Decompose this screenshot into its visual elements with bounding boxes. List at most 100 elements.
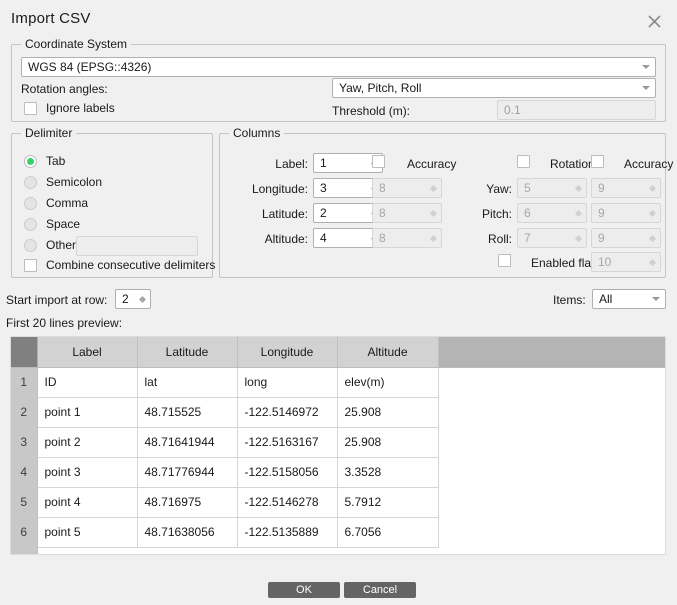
- rotation-angles-combobox-value: Yaw, Pitch, Roll: [339, 81, 422, 95]
- enabled-flag-value: 10: [598, 255, 612, 269]
- delimiter-radio-comma[interactable]: Comma: [24, 196, 88, 210]
- ignore-labels-label: Ignore labels: [46, 101, 115, 115]
- rotation-checkbox[interactable]: [517, 155, 530, 168]
- pitch-spinbox[interactable]: 6: [517, 203, 587, 223]
- close-icon[interactable]: [639, 8, 669, 34]
- cell-filler: [438, 397, 665, 427]
- yaw-spinbox[interactable]: 5: [517, 178, 587, 198]
- cell-latitude[interactable]: 48.71776944: [137, 457, 238, 488]
- ok-button[interactable]: OK: [268, 582, 340, 598]
- enabled-flag-spinbox[interactable]: 10: [591, 252, 661, 272]
- cell-altitude[interactable]: 6.7056: [337, 517, 439, 548]
- cell-label[interactable]: [37, 547, 137, 554]
- altitude-accuracy-spinbox[interactable]: 8: [372, 228, 442, 248]
- cell-filler: [438, 547, 665, 554]
- cell-latitude[interactable]: 48.716975: [137, 487, 238, 518]
- cell-label[interactable]: point 5: [37, 517, 138, 548]
- chevron-down-icon: [647, 297, 665, 301]
- row-number[interactable]: 3: [11, 427, 38, 458]
- threshold-input[interactable]: 0.1: [497, 100, 656, 120]
- spinner-icon[interactable]: [425, 184, 441, 192]
- enabled-flag-checkbox[interactable]: [498, 254, 511, 267]
- table-row[interactable]: 1 ID lat long elev(m): [11, 367, 665, 398]
- cell-altitude[interactable]: 3.3528: [337, 457, 439, 488]
- table-row[interactable]: 5 point 4 48.716975 -122.5146278 5.7912: [11, 487, 665, 518]
- delimiter-radio-comma-label: Comma: [46, 196, 89, 210]
- spinner-icon[interactable]: [570, 234, 586, 242]
- spinner-icon[interactable]: [425, 234, 441, 242]
- cell-latitude[interactable]: 48.71641944: [137, 427, 238, 458]
- delimiter-radio-space[interactable]: Space: [24, 217, 80, 231]
- preview-table-container[interactable]: Label Latitude Longitude Altitude 1 ID l…: [10, 336, 666, 555]
- table-row[interactable]: 4 point 3 48.71776944 -122.5158056 3.352…: [11, 457, 665, 488]
- cell-longitude[interactable]: [237, 547, 337, 554]
- cell-label[interactable]: point 1: [37, 397, 138, 428]
- spinner-icon[interactable]: [570, 209, 586, 217]
- cell-altitude[interactable]: 25.908: [337, 397, 439, 428]
- cell-label[interactable]: ID: [37, 367, 138, 398]
- cell-label[interactable]: point 3: [37, 457, 138, 488]
- cell-label[interactable]: point 2: [37, 427, 138, 458]
- cell-longitude[interactable]: -122.5163167: [237, 427, 338, 458]
- roll-spinbox[interactable]: 7: [517, 228, 587, 248]
- spinner-icon[interactable]: [644, 184, 660, 192]
- ignore-labels-checkbox[interactable]: Ignore labels: [24, 101, 115, 115]
- cell-longitude[interactable]: long: [237, 367, 338, 398]
- cell-latitude[interactable]: 48.715525: [137, 397, 238, 428]
- combine-delimiters-checkbox[interactable]: Combine consecutive delimiters: [24, 258, 215, 272]
- cell-altitude[interactable]: 25.908: [337, 427, 439, 458]
- delimiter-radio-other[interactable]: Other:: [24, 238, 79, 252]
- longitude-accuracy-spinbox[interactable]: 8: [372, 178, 442, 198]
- delimiter-radio-tab[interactable]: Tab: [24, 154, 65, 168]
- table-row[interactable]: 2 point 1 48.715525 -122.5146972 25.908: [11, 397, 665, 428]
- row-number[interactable]: 2: [11, 397, 38, 428]
- delimiter-radio-space-label: Space: [46, 217, 81, 231]
- spinner-icon[interactable]: [644, 258, 660, 266]
- latitude-accuracy-spinbox[interactable]: 8: [372, 203, 442, 223]
- cell-altitude[interactable]: 5.7912: [337, 487, 439, 518]
- cell-longitude[interactable]: -122.5146972: [237, 397, 338, 428]
- pitch-accuracy-spinbox[interactable]: 9: [591, 203, 661, 223]
- spinner-icon[interactable]: [644, 209, 660, 217]
- cell-altitude[interactable]: [337, 547, 438, 554]
- column-header-longitude[interactable]: Longitude: [237, 337, 338, 368]
- cell-longitude[interactable]: -122.5135889: [237, 517, 338, 548]
- spinner-icon[interactable]: [425, 209, 441, 217]
- table-row[interactable]: 6 point 5 48.71638056 -122.5135889 6.705…: [11, 517, 665, 548]
- spinner-icon[interactable]: [134, 295, 150, 303]
- row-number[interactable]: 4: [11, 457, 38, 488]
- cell-longitude[interactable]: -122.5158056: [237, 457, 338, 488]
- row-number[interactable]: 1: [11, 367, 38, 398]
- table-row[interactable]: 3 point 2 48.71641944 -122.5163167 25.90…: [11, 427, 665, 458]
- cell-latitude[interactable]: 48.71638056: [137, 517, 238, 548]
- row-number[interactable]: [11, 547, 38, 554]
- checkbox-box: [591, 155, 604, 168]
- cell-latitude[interactable]: [137, 547, 237, 554]
- items-combobox[interactable]: All: [592, 289, 666, 309]
- spinner-icon[interactable]: [644, 234, 660, 242]
- start-row-spinbox[interactable]: 2: [115, 289, 151, 309]
- cell-longitude[interactable]: -122.5146278: [237, 487, 338, 518]
- cancel-button[interactable]: Cancel: [344, 582, 416, 598]
- crs-combobox[interactable]: WGS 84 (EPSG::4326): [21, 57, 656, 77]
- yaw-accuracy-value: 9: [598, 181, 605, 195]
- spinner-icon[interactable]: [570, 184, 586, 192]
- rotation-angles-combobox[interactable]: Yaw, Pitch, Roll: [332, 78, 656, 98]
- row-number[interactable]: 5: [11, 487, 38, 518]
- column-header-label[interactable]: Label: [37, 337, 138, 368]
- crs-combobox-value: WGS 84 (EPSG::4326): [28, 60, 152, 74]
- table-row[interactable]: [11, 547, 665, 554]
- column-header-altitude[interactable]: Altitude: [337, 337, 439, 368]
- roll-accuracy-spinbox[interactable]: 9: [591, 228, 661, 248]
- cell-latitude[interactable]: lat: [137, 367, 238, 398]
- cell-altitude[interactable]: elev(m): [337, 367, 439, 398]
- rotation-accuracy-checkbox[interactable]: [591, 155, 604, 168]
- delimiter-other-input[interactable]: [76, 236, 198, 256]
- row-number[interactable]: 6: [11, 517, 38, 548]
- yaw-accuracy-spinbox[interactable]: 9: [591, 178, 661, 198]
- table-corner-header[interactable]: [11, 337, 38, 368]
- accuracy-checkbox[interactable]: [372, 155, 385, 168]
- delimiter-radio-semicolon[interactable]: Semicolon: [24, 175, 102, 189]
- cell-label[interactable]: point 4: [37, 487, 138, 518]
- column-header-latitude[interactable]: Latitude: [137, 337, 238, 368]
